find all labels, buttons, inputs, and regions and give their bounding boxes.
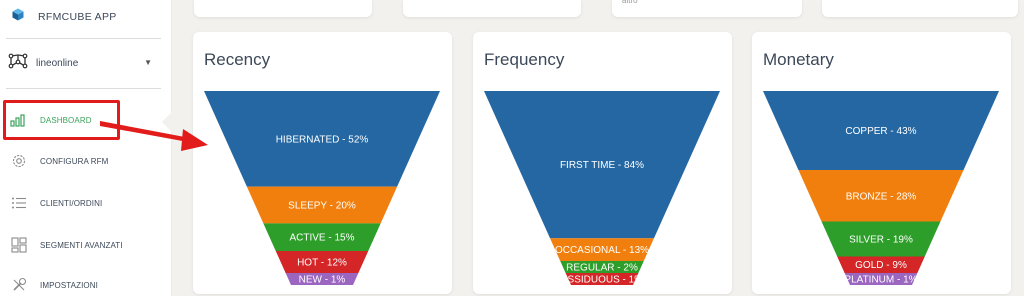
funnel-segment-label: ACTIVE - 15% [289, 233, 354, 244]
recency-funnel-chart: HIBERNATED - 52% SLEEPY - 20% ACTIVE - 15%… [204, 91, 440, 285]
nav-label-segmenti-avanzati: SEGMENTI AVANZATI [40, 240, 123, 250]
funnel-segment-label: NEW - 1% [299, 275, 346, 286]
top-card [403, 0, 581, 17]
funnel-segment-label: SLEEPY - 20% [288, 200, 356, 211]
funnel-segment-label: ASSIDUOUS - 1% [561, 275, 643, 286]
funnel-segment-label: REGULAR - 2% [566, 263, 638, 274]
top-card [822, 0, 1018, 17]
top-card: altro [612, 0, 802, 17]
divider [6, 38, 161, 39]
nav-item-impostazioni[interactable]: IMPOSTAZIONI [10, 274, 160, 296]
app-name: RFMCUBE APP [38, 11, 117, 23]
network-icon [8, 53, 28, 74]
nav-label-impostazioni: IMPOSTAZIONI [40, 280, 98, 290]
segments-icon [10, 236, 28, 254]
frequency-card: Frequency FIRST TIME - 84% OCCASIONAL - 1… [473, 32, 732, 294]
funnel-segment-label: FIRST TIME - 84% [560, 160, 644, 171]
monetary-funnel-chart: COPPER - 43% BRONZE - 28% SILVER - 19% GOLD… [763, 91, 999, 285]
funnel-segment-label: COPPER - 43% [845, 126, 916, 137]
divider [6, 88, 161, 89]
account-selector[interactable]: lineonline ▼ [8, 52, 156, 74]
nav-item-clienti-ordini[interactable]: CLIENTI/ORDINI [10, 192, 160, 214]
recency-card: Recency HIBERNATED - 52% SLEEPY - 20% ACTI… [193, 32, 452, 294]
funnel-segment-label: SILVER - 19% [849, 234, 913, 245]
funnel-segment-label: HOT - 12% [297, 257, 347, 268]
monetary-card: Monetary COPPER - 43% BRONZE - 28% SILVER … [752, 32, 1011, 294]
nav-label-configura-rfm: CONFIGURA RFM [40, 156, 109, 166]
nav-label-clienti-ordini: CLIENTI/ORDINI [40, 198, 103, 208]
wrench-icon [10, 276, 28, 294]
funnel-segment-label: PLATINUM - 1% [844, 275, 917, 286]
brand[interactable]: RFMCUBE APP [12, 8, 117, 26]
frequency-funnel-chart: FIRST TIME - 84% OCCASIONAL - 13% REGULAR … [484, 91, 720, 285]
nav-item-segmenti-avanzati[interactable]: SEGMENTI AVANZATI [10, 234, 160, 256]
card-title: Frequency [484, 50, 565, 69]
top-card-text: altro [622, 0, 638, 5]
cube-logo-icon [12, 8, 24, 26]
account-name: lineonline [36, 57, 79, 69]
gear-icon [10, 152, 28, 170]
top-card [194, 0, 372, 17]
card-title: Recency [204, 50, 271, 69]
funnel-segment-label: GOLD - 9% [855, 260, 907, 271]
caret-down-icon: ▼ [144, 58, 152, 67]
funnel-segment-label: OCCASIONAL - 13% [555, 245, 649, 256]
funnel-segment-label: BRONZE - 28% [846, 191, 917, 202]
funnel-segment-label: HIBERNATED - 52% [276, 134, 369, 145]
card-title: Monetary [763, 50, 834, 69]
list-icon [10, 194, 28, 212]
annotation-arrow-icon [100, 121, 208, 151]
